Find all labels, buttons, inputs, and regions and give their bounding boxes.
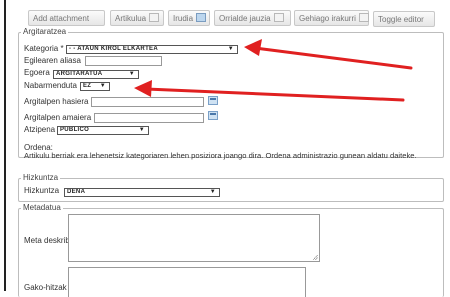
egoera-select[interactable]: Argitaratua ▼ — [53, 70, 139, 79]
egoera-label: Egoera — [24, 68, 50, 77]
gako-hitzak-textarea[interactable] — [68, 267, 306, 297]
image-icon — [196, 13, 207, 22]
irudia-label: Irudia — [173, 14, 194, 23]
gehiago-irakurri-label: Gehiago irakurri — [299, 14, 356, 23]
hizkuntza-value: Dena — [67, 189, 86, 195]
page-break-icon — [273, 13, 284, 22]
argitaratzea-legend: Argitaratzea — [23, 27, 67, 36]
add-attachment-label: Add attachment — [33, 14, 90, 23]
atzipena-value: Publico — [60, 127, 90, 133]
hasiera-date-input[interactable] — [91, 97, 204, 107]
chevron-down-icon: ▼ — [209, 189, 216, 195]
irudia-button[interactable]: Irudia — [168, 10, 210, 26]
kategoria-value: - - Ataun kirol elkartea — [69, 46, 158, 52]
kategoria-label: Kategoria * — [24, 44, 64, 53]
metadatua-legend: Metadatua — [23, 203, 61, 212]
nabarmenduta-select[interactable]: Ez ▼ — [80, 82, 110, 91]
hasiera-label: Argitalpen hasiera — [24, 97, 89, 106]
amaiera-date-input[interactable] — [94, 113, 204, 123]
resize-grip-icon[interactable] — [313, 255, 318, 260]
aliasa-label: Egilearen aliasa — [24, 56, 81, 65]
page-left-border — [4, 0, 6, 291]
page-icon — [149, 13, 160, 22]
nabarmenduta-label: Nabarmenduta — [24, 81, 77, 90]
artikulua-button[interactable]: Artikulua — [110, 10, 164, 26]
kategoria-select[interactable]: - - Ataun kirol elkartea ▼ — [66, 45, 238, 54]
amaiera-label: Argitalpen amaiera — [24, 113, 92, 122]
atzipena-label: Atzipena — [24, 125, 56, 134]
gehiago-irakurri-button[interactable]: Gehiago irakurri — [294, 10, 369, 26]
chevron-down-icon: ▼ — [99, 83, 106, 89]
orrialde-jauzia-button[interactable]: Orrialde jauzia — [214, 10, 291, 26]
hizkuntza-label: Hizkuntza — [24, 186, 60, 195]
chevron-down-icon: ▼ — [227, 46, 234, 52]
hizkuntza-legend: Hizkuntza — [23, 173, 59, 182]
nabarmenduta-value: Ez — [83, 83, 92, 89]
read-more-icon — [358, 13, 369, 22]
chevron-down-icon: ▼ — [128, 71, 135, 77]
atzipena-select[interactable]: Publico ▼ — [57, 126, 149, 135]
gako-hitzak-label: Gako-hitzak — [24, 283, 67, 292]
meta-deskribapena-textarea[interactable] — [68, 214, 320, 262]
egoera-value: Argitaratua — [56, 71, 103, 77]
add-attachment-button[interactable]: Add attachment — [28, 10, 105, 26]
chevron-down-icon: ▼ — [138, 127, 145, 133]
orrialde-jauzia-label: Orrialde jauzia — [219, 14, 271, 23]
calendar-icon[interactable] — [208, 111, 218, 120]
artikulua-label: Artikulua — [115, 14, 147, 23]
toggle-editor-button[interactable]: Toggle editor — [373, 11, 435, 27]
toggle-editor-label: Toggle editor — [378, 15, 424, 24]
aliasa-input[interactable] — [85, 56, 162, 66]
ordena-text: Artikulu berriak era lehenetsiz kategori… — [24, 151, 417, 160]
hizkuntza-select[interactable]: Dena ▼ — [64, 188, 220, 197]
calendar-icon[interactable] — [208, 96, 218, 105]
